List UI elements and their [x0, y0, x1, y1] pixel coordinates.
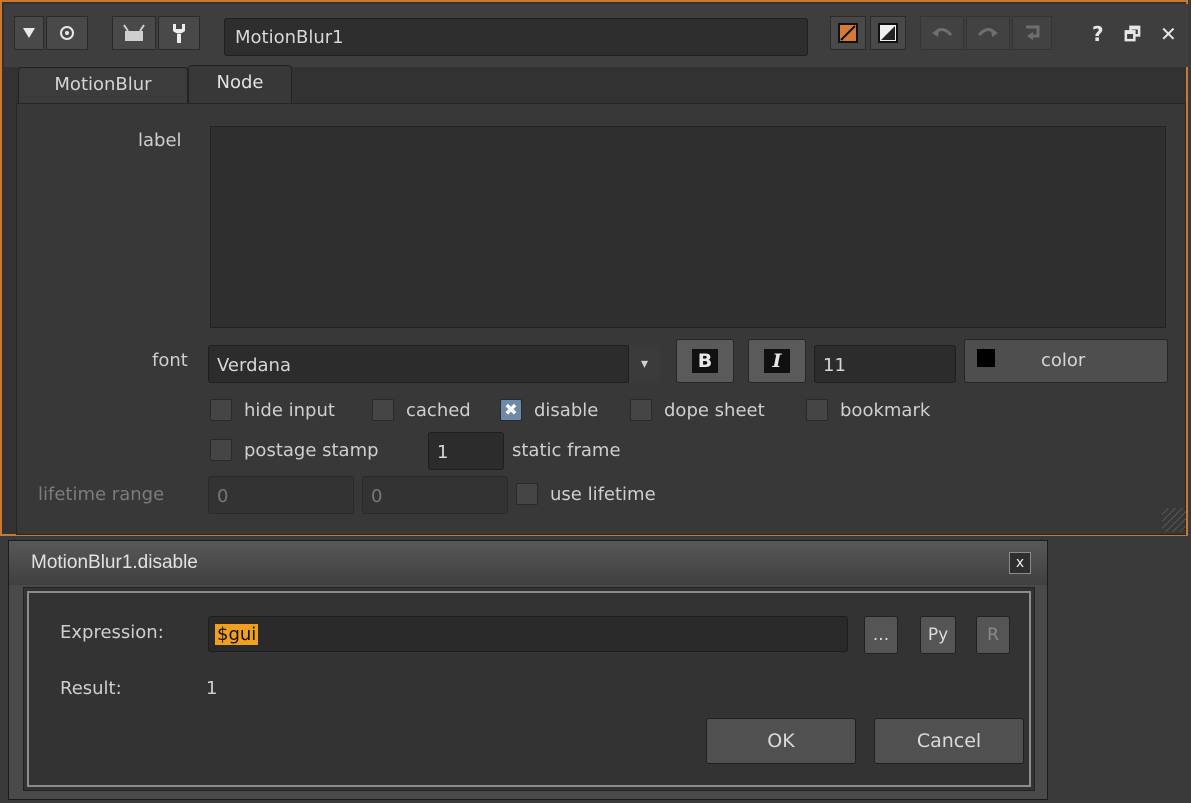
ok-button[interactable]: OK	[706, 718, 856, 764]
italic-button[interactable]: I	[748, 339, 806, 383]
dialog-body: Expression: $gui ... Py R Result: 1 OK C…	[23, 587, 1035, 791]
expression-label: Expression:	[60, 622, 164, 643]
close-panel-icon[interactable]: ✕	[1160, 22, 1177, 46]
cached-checkbox[interactable]	[372, 399, 394, 421]
color-swatch	[977, 349, 995, 367]
gl-color-icon[interactable]	[870, 16, 906, 50]
static-frame-label: static frame	[512, 440, 621, 461]
resize-grip[interactable]	[1162, 508, 1186, 532]
hide-input-checkbox[interactable]	[210, 399, 232, 421]
chevron-down-icon[interactable]: ▾	[628, 345, 660, 383]
center-node-icon[interactable]	[46, 16, 88, 50]
font-color-button[interactable]: color	[964, 339, 1168, 383]
lifetime-end-field[interactable]: 0	[362, 476, 508, 514]
font-value: Verdana	[217, 355, 291, 376]
dope-sheet-label: dope sheet	[664, 400, 765, 421]
close-icon[interactable]: x	[1009, 552, 1031, 574]
python-button[interactable]: Py	[920, 616, 956, 654]
r-button[interactable]: R	[976, 616, 1010, 654]
static-frame-field[interactable]: 1	[428, 432, 504, 470]
node-color-icon[interactable]	[830, 16, 866, 50]
expression-dialog: MotionBlur1.disable x Expression: $gui .…	[8, 540, 1048, 800]
cancel-button[interactable]: Cancel	[874, 718, 1024, 764]
lifetime-range-label: lifetime range	[38, 484, 165, 505]
bookmark-checkbox[interactable]	[806, 399, 828, 421]
expression-value: $gui	[215, 624, 259, 645]
disable-checkbox[interactable]: ✖	[500, 399, 522, 421]
collapse-triangle-icon[interactable]	[14, 16, 44, 50]
use-lifetime-checkbox[interactable]	[516, 483, 538, 505]
bold-icon: B	[692, 349, 718, 373]
cached-label: cached	[406, 400, 471, 421]
undo-icon[interactable]	[920, 16, 964, 50]
postage-stamp-label: postage stamp	[244, 440, 379, 461]
result-label: Result:	[60, 678, 122, 699]
font-label: font	[152, 350, 188, 371]
dialog-titlebar: MotionBlur1.disable x	[9, 541, 1047, 585]
viewer-input-icon[interactable]	[112, 16, 156, 50]
postage-stamp-checkbox[interactable]	[210, 439, 232, 461]
expression-input[interactable]: $gui	[208, 616, 848, 652]
dope-sheet-checkbox[interactable]	[630, 399, 652, 421]
redo-icon[interactable]	[966, 16, 1010, 50]
bold-button[interactable]: B	[676, 339, 734, 383]
use-lifetime-label: use lifetime	[550, 484, 656, 505]
font-select[interactable]: Verdana	[208, 345, 660, 383]
float-panel-icon[interactable]: 🗗	[1124, 22, 1141, 52]
node-properties-panel: MotionBlur1 ? 🗗 ✕ MotionBlur Node label …	[0, 0, 1188, 536]
panel-titlebar: MotionBlur1 ? 🗗 ✕	[4, 4, 1188, 67]
italic-icon: I	[764, 349, 790, 373]
label-textarea[interactable]	[210, 126, 1166, 328]
lifetime-start-field[interactable]: 0	[208, 476, 354, 514]
label-field-label: label	[138, 130, 182, 151]
dialog-title: MotionBlur1.disable	[31, 552, 198, 573]
font-size-field[interactable]: 11	[814, 345, 956, 383]
tab-motionblur[interactable]: MotionBlur	[18, 67, 188, 103]
hide-input-label: hide input	[244, 400, 335, 421]
help-icon[interactable]: ?	[1092, 22, 1104, 46]
result-value: 1	[206, 678, 218, 699]
wrench-icon[interactable]	[158, 16, 200, 50]
tab-node[interactable]: Node	[188, 65, 292, 103]
bookmark-label: bookmark	[840, 400, 931, 421]
color-button-label: color	[1041, 350, 1086, 371]
ellipsis-button[interactable]: ...	[864, 616, 898, 654]
node-name-field[interactable]: MotionBlur1	[224, 18, 808, 56]
disable-label: disable	[534, 400, 599, 421]
revert-icon[interactable]	[1012, 16, 1052, 50]
